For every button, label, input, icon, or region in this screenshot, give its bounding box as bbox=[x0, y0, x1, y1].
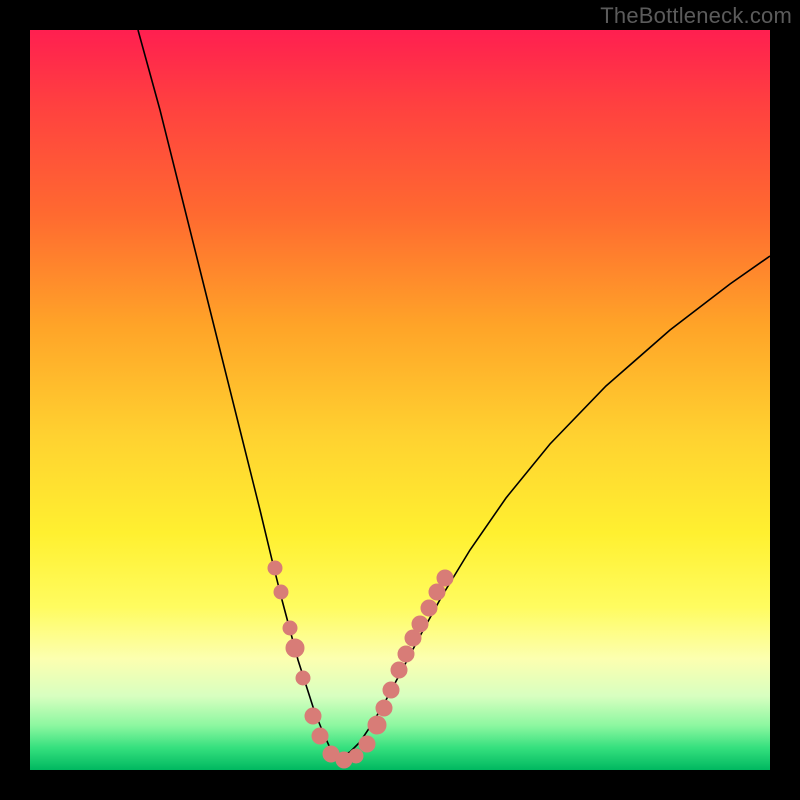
data-marker bbox=[376, 700, 392, 716]
data-marker bbox=[286, 639, 304, 657]
data-marker bbox=[383, 682, 399, 698]
data-markers bbox=[268, 561, 453, 768]
data-marker bbox=[391, 662, 407, 678]
watermark-text: TheBottleneck.com bbox=[600, 3, 792, 29]
data-marker bbox=[268, 561, 282, 575]
data-marker bbox=[421, 600, 437, 616]
data-marker bbox=[368, 716, 386, 734]
curve-right-branch bbox=[336, 256, 770, 757]
data-marker bbox=[398, 646, 414, 662]
curve-left-branch bbox=[138, 30, 336, 757]
data-marker bbox=[405, 630, 421, 646]
data-marker bbox=[437, 570, 453, 586]
chart-container: TheBottleneck.com bbox=[0, 0, 800, 800]
chart-overlay bbox=[30, 30, 770, 770]
data-marker bbox=[359, 736, 375, 752]
data-marker bbox=[305, 708, 321, 724]
data-marker bbox=[274, 585, 288, 599]
data-marker bbox=[429, 584, 445, 600]
data-marker bbox=[349, 749, 363, 763]
data-marker bbox=[412, 616, 428, 632]
data-marker bbox=[312, 728, 328, 744]
data-marker bbox=[283, 621, 297, 635]
data-marker bbox=[296, 671, 310, 685]
